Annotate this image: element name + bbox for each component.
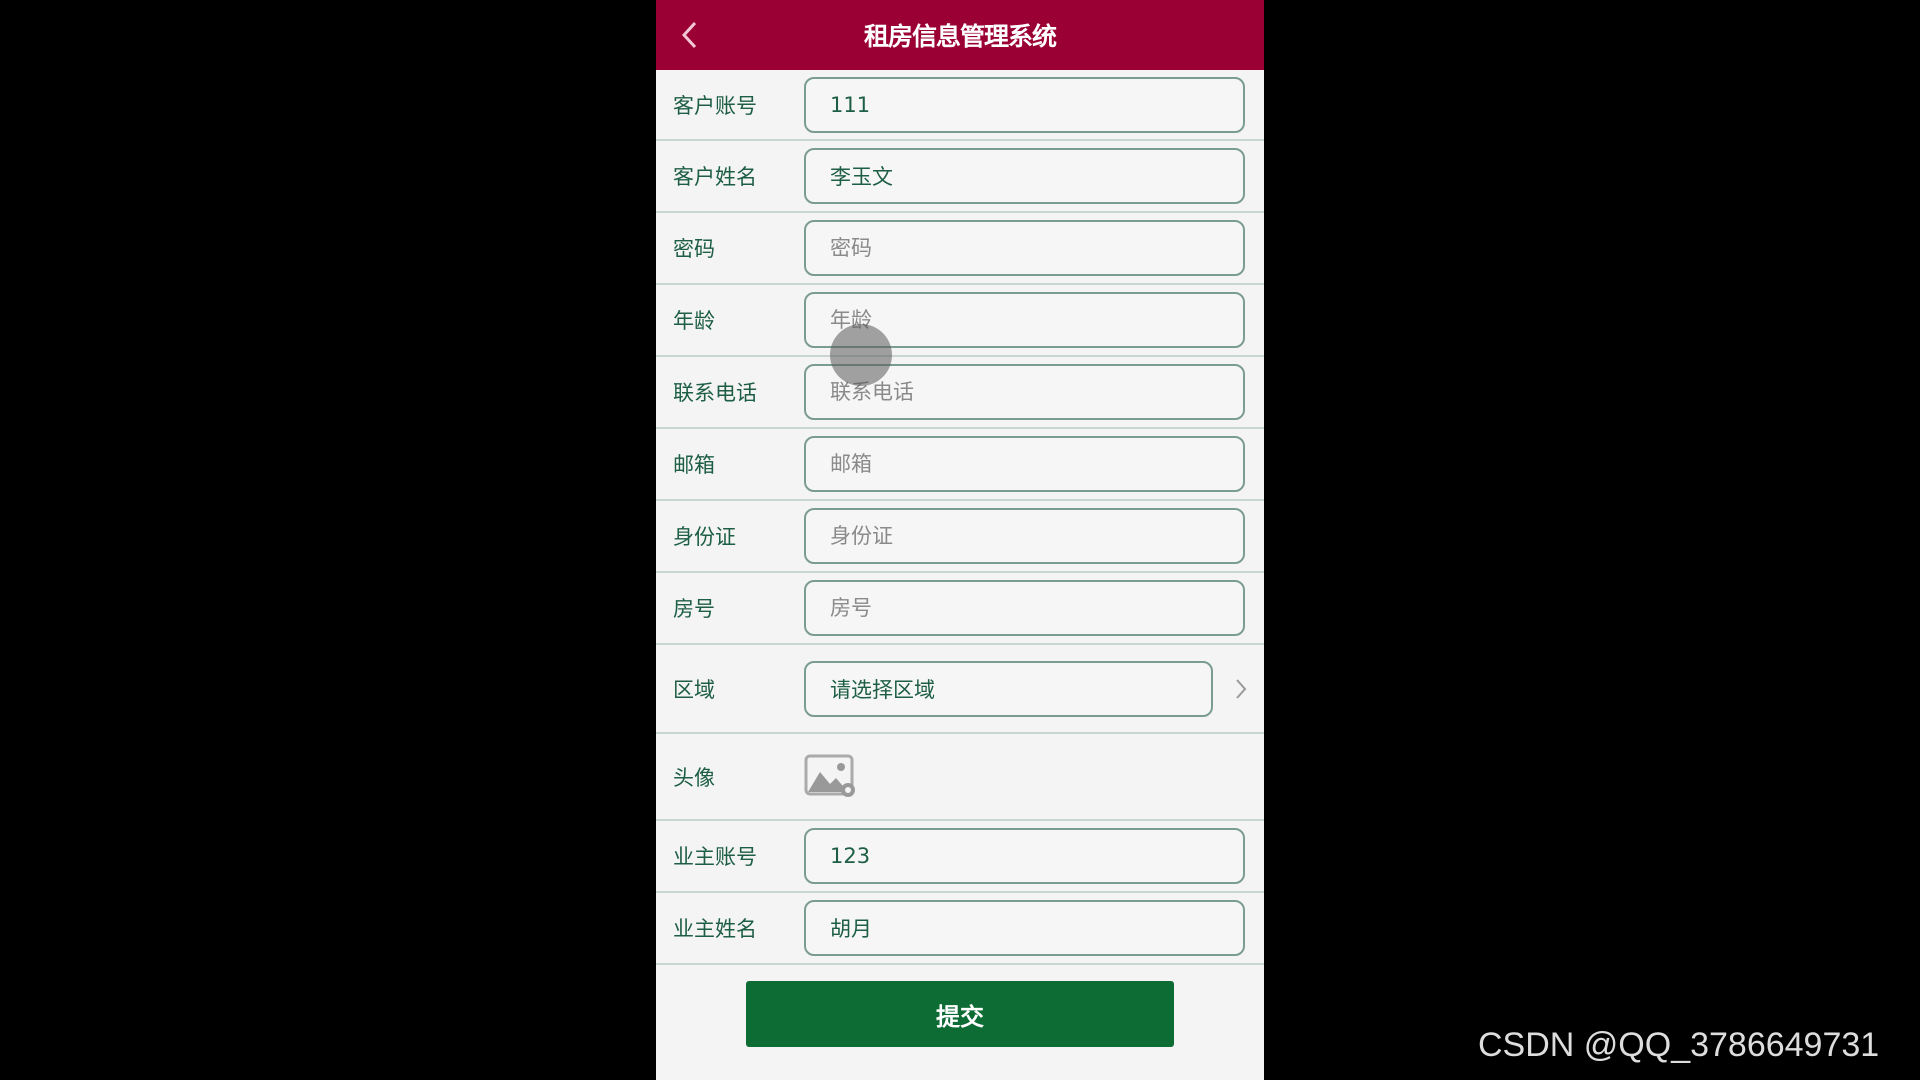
form-row-avatar: 头像 bbox=[656, 734, 1264, 821]
text-input[interactable] bbox=[804, 828, 1245, 884]
text-input[interactable] bbox=[804, 76, 1245, 133]
page-title: 租房信息管理系统 bbox=[863, 22, 1057, 51]
form-row: 密码 bbox=[656, 213, 1264, 285]
image-upload-icon[interactable] bbox=[804, 754, 858, 800]
form-row-region: 区域 请选择区域 bbox=[656, 645, 1264, 734]
chevron-right-icon[interactable] bbox=[1234, 677, 1248, 701]
field-label: 客户账号 bbox=[673, 93, 757, 118]
form-row: 客户姓名 bbox=[656, 141, 1264, 213]
form-row: 年龄 bbox=[656, 285, 1264, 357]
field-label: 身份证 bbox=[673, 525, 736, 549]
text-input[interactable] bbox=[804, 148, 1245, 204]
field-label: 联系电话 bbox=[673, 381, 757, 405]
field-label: 年龄 bbox=[673, 309, 715, 333]
submit-button[interactable]: 提交 bbox=[746, 981, 1174, 1047]
field-label: 业主账号 bbox=[673, 845, 757, 869]
field-label: 业主姓名 bbox=[673, 917, 757, 941]
form-row: 邮箱 bbox=[656, 429, 1264, 501]
form-row: 联系电话 bbox=[656, 357, 1264, 429]
text-input[interactable] bbox=[804, 220, 1245, 276]
form-row: 房号 bbox=[656, 573, 1264, 645]
text-input[interactable] bbox=[804, 508, 1245, 564]
region-select[interactable]: 请选择区域 bbox=[804, 660, 1213, 717]
field-label: 邮箱 bbox=[673, 453, 715, 477]
text-input[interactable] bbox=[804, 580, 1245, 636]
field-label: 头像 bbox=[673, 765, 715, 790]
chevron-left-icon bbox=[681, 21, 697, 49]
back-button[interactable] bbox=[670, 15, 710, 55]
app-header: 租房信息管理系统 bbox=[656, 0, 1264, 70]
text-input[interactable] bbox=[804, 436, 1245, 492]
field-label: 区域 bbox=[673, 677, 715, 702]
watermark: CSDN @QQ_3786649731 bbox=[1478, 1026, 1880, 1064]
phone-screen: 租房信息管理系统 客户账号客户姓名密码年龄联系电话邮箱身份证房号 区域 请选择区… bbox=[656, 0, 1264, 1080]
form-row: 客户账号 bbox=[656, 70, 1264, 141]
field-label: 密码 bbox=[673, 237, 715, 261]
field-label: 客户姓名 bbox=[673, 165, 757, 189]
text-input[interactable] bbox=[804, 900, 1245, 956]
form-row: 身份证 bbox=[656, 501, 1264, 573]
form-row: 业主账号 bbox=[656, 821, 1264, 893]
field-label: 房号 bbox=[673, 597, 715, 621]
touch-indicator bbox=[830, 324, 892, 386]
form-row: 业主姓名 bbox=[656, 893, 1264, 965]
